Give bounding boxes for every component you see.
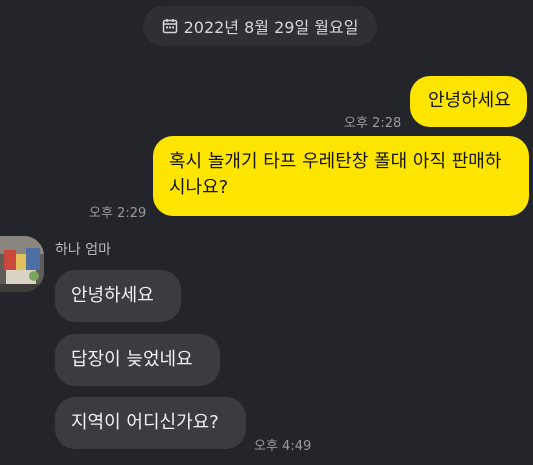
chat-screen: 2022년 8월 29일 월요일 안녕하세요 오후 2:28 혹시 놀개기 타프…	[0, 0, 533, 465]
avatar-image	[0, 236, 44, 292]
received-message-bubble[interactable]: 안녕하세요	[55, 270, 181, 322]
message-text: 지역이 어디신가요?	[71, 412, 219, 433]
message-text-line: 혹시 놀개기 타프 우레탄창 폴대 아직 판매하	[169, 151, 502, 172]
sent-message-bubble[interactable]: 혹시 놀개기 타프 우레탄창 폴대 아직 판매하 시나요?	[153, 136, 529, 216]
message-text: 안녕하세요	[71, 285, 154, 306]
received-message-bubble[interactable]: 지역이 어디신가요?	[55, 397, 246, 449]
message-text-line: 시나요?	[169, 177, 229, 198]
sender-name: 하나 엄마	[55, 242, 111, 258]
message-text: 안녕하세요	[428, 90, 511, 111]
message-time: 오후 4:49	[254, 439, 312, 454]
date-divider-text: 2022년 8월 29일 월요일	[183, 18, 359, 37]
message-time: 오후 2:29	[89, 206, 147, 221]
message-text: 답장이 늦었네요	[71, 349, 193, 370]
received-message-bubble[interactable]: 답장이 늦었네요	[55, 334, 220, 386]
date-divider: 2022년 8월 29일 월요일	[143, 6, 377, 46]
calendar-icon	[162, 19, 177, 34]
message-time: 오후 2:28	[344, 116, 402, 131]
sent-message-bubble[interactable]: 안녕하세요	[410, 76, 527, 127]
sender-avatar[interactable]	[0, 236, 44, 292]
